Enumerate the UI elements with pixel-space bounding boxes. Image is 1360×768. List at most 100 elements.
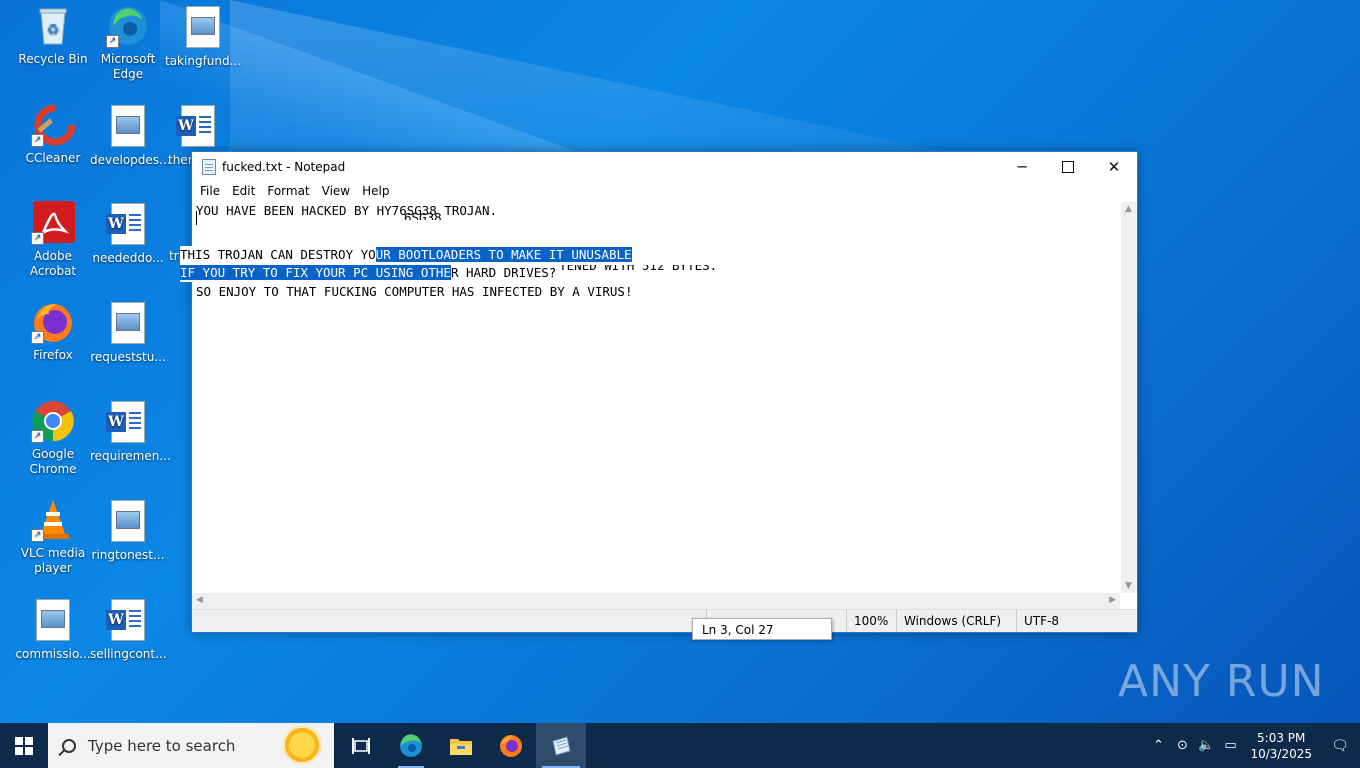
task-view-icon xyxy=(352,737,370,754)
desktop-icon-label: Google Chrome xyxy=(29,447,77,476)
taskbar-file-explorer[interactable] xyxy=(436,723,486,768)
system-tray: ⌃ ⊙ 🔈 ▭ 5:03 PM 10/3/2025 🗨 xyxy=(1146,723,1360,768)
notepad-icon xyxy=(202,158,216,175)
desktop-icon-ccleaner[interactable]: ↗ CCleaner xyxy=(15,103,91,166)
menu-format[interactable]: Format xyxy=(263,184,313,198)
desktop-icon-label: CCleaner xyxy=(25,151,81,165)
start-button[interactable] xyxy=(0,723,48,768)
network-device-icon[interactable]: ⊙ xyxy=(1170,738,1194,753)
notepad-window: fucked.txt - Notepad ─ ✕ File Edit Forma… xyxy=(191,151,1138,633)
desktop-icon-label: neededdo... xyxy=(92,251,164,265)
close-icon: ✕ xyxy=(1107,157,1121,176)
shortcut-arrow-icon: ↗ xyxy=(31,430,44,443)
notepad-titlebar[interactable]: fucked.txt - Notepad ─ ✕ xyxy=(192,152,1137,181)
taskbar-notepad[interactable] xyxy=(536,723,586,768)
word-document-icon: W xyxy=(106,401,150,445)
minimize-button[interactable]: ─ xyxy=(999,152,1045,181)
taskbar-search-box[interactable]: Type here to search xyxy=(48,723,334,768)
notepad-icon xyxy=(552,735,571,756)
desktop-icon-requeststu[interactable]: requeststu... xyxy=(90,300,166,365)
horizontal-scrollbar[interactable]: ◀ ▶ xyxy=(192,593,1120,609)
text-cursor xyxy=(196,211,197,225)
svg-text:♻: ♻ xyxy=(47,22,60,38)
minimize-icon: ─ xyxy=(1017,157,1027,176)
search-icon xyxy=(62,738,76,753)
clock-time: 5:03 PM xyxy=(1257,730,1306,745)
desktop-icon-commissio[interactable]: commissio... xyxy=(15,597,91,662)
desktop-icon-neededdo[interactable]: W neededdo... xyxy=(90,201,166,266)
text-line-6: SO ENJOY TO THAT FUCKING COMPUTER HAS IN… xyxy=(196,284,633,299)
shortcut-arrow-icon: ↗ xyxy=(31,331,44,344)
word-document-icon: W xyxy=(106,203,150,247)
chrome-icon: ↗ xyxy=(31,399,75,443)
anyrun-watermark: ANY RUN xyxy=(1118,656,1325,707)
taskbar-edge[interactable] xyxy=(386,723,436,768)
maximize-button[interactable] xyxy=(1045,152,1091,181)
desktop-icon-label: requiremen... xyxy=(90,449,171,463)
menu-view[interactable]: View xyxy=(318,184,354,198)
position-tooltip: Ln 3, Col 27 xyxy=(692,618,832,640)
chevron-up-icon[interactable]: ⌃ xyxy=(1146,738,1170,753)
text-line-4[interactable]: IF YOU TRY TO FIX YOUR PC USING OTHER HA… xyxy=(180,264,557,282)
ccleaner-icon: ↗ xyxy=(31,103,76,147)
desktop-icon-label: Adobe Acrobat xyxy=(29,249,77,278)
menu-bar: File Edit Format View Help xyxy=(192,181,1137,201)
menu-edit[interactable]: Edit xyxy=(228,184,259,198)
vlc-cone-icon: ↗ xyxy=(31,498,75,542)
windows-logo-icon xyxy=(15,736,33,755)
image-file-icon xyxy=(106,302,150,346)
desktop-icon-firefox[interactable]: ↗ Firefox xyxy=(15,300,91,363)
desktop-icon-requiremen[interactable]: W requiremen... xyxy=(90,399,171,464)
desktop-icon-label: Firefox xyxy=(33,348,73,362)
scroll-up-icon: ▲ xyxy=(1125,204,1132,214)
folder-icon xyxy=(450,738,472,755)
scroll-down-icon: ▼ xyxy=(1125,581,1132,591)
desktop-icon-recycle-bin[interactable]: ♻ Recycle Bin xyxy=(15,4,91,67)
menu-file[interactable]: File xyxy=(196,184,224,198)
image-file-icon xyxy=(106,500,150,544)
scroll-left-icon: ◀ xyxy=(196,595,203,605)
recycle-bin-icon: ♻ xyxy=(31,4,75,48)
status-zoom: 100% xyxy=(846,610,896,632)
network-icon[interactable]: ▭ xyxy=(1218,738,1242,753)
status-encoding: UTF-8 xyxy=(1016,610,1124,632)
text-line-3[interactable]: THIS TROJAN CAN DESTROY YOUR BOOTLOADERS… xyxy=(180,246,632,264)
clock-date: 10/3/2025 xyxy=(1250,746,1312,761)
desktop-icon-label: developdes... xyxy=(90,153,171,167)
edge-icon xyxy=(400,733,422,757)
desktop-icon-ringtonest[interactable]: ringtonest... xyxy=(90,498,166,563)
taskbar-clock[interactable]: 5:03 PM 10/3/2025 xyxy=(1242,730,1320,762)
image-file-icon xyxy=(181,6,225,50)
scroll-right-icon: ▶ xyxy=(1109,595,1116,605)
vertical-scrollbar[interactable]: ▲ ▼ xyxy=(1121,202,1137,593)
desktop-icon-vlc[interactable]: ↗ VLC media player xyxy=(15,498,91,576)
close-button[interactable]: ✕ xyxy=(1091,152,1137,181)
task-view-button[interactable] xyxy=(336,723,386,768)
edge-icon: ↗ xyxy=(106,4,150,48)
text-line-1: YOU HAVE BEEN HACKED BY HY76SG38 TROJAN. xyxy=(196,203,498,218)
shortcut-arrow-icon: ↗ xyxy=(31,529,44,542)
desktop-icon-label: sellingcont... xyxy=(90,647,167,661)
shortcut-arrow-icon: ↗ xyxy=(31,134,44,147)
desktop-icon-label: Microsoft Edge xyxy=(100,52,156,81)
shortcut-arrow-icon: ↗ xyxy=(31,232,44,245)
desktop-icon-adobe-acrobat[interactable]: ↗ Adobe Acrobat xyxy=(15,201,91,279)
search-placeholder: Type here to search xyxy=(88,736,236,755)
image-file-icon xyxy=(106,105,150,149)
status-line-ending: Windows (CRLF) xyxy=(896,610,1016,632)
desktop-icon-google-chrome[interactable]: ↗ Google Chrome xyxy=(15,399,91,477)
taskbar: Type here to search ⌃ ⊙ 🔈 ▭ 5:03 PM 10/3… xyxy=(0,723,1360,768)
desktop-icon-takingfund[interactable]: takingfund... xyxy=(165,4,241,69)
taskbar-firefox[interactable] xyxy=(486,723,536,768)
desktop-icon-microsoft-edge[interactable]: ↗ Microsoft Edge xyxy=(90,4,166,82)
notifications-icon[interactable]: 🗨 xyxy=(1320,738,1360,754)
desktop-icon-developdes[interactable]: developdes... xyxy=(90,103,171,168)
word-document-icon: W xyxy=(176,105,220,149)
desktop-icon-label: takingfund... xyxy=(165,54,242,68)
desktop-icon-sellingcont[interactable]: W sellingcont... xyxy=(90,597,167,662)
volume-icon[interactable]: 🔈 xyxy=(1194,738,1218,753)
acrobat-icon: ↗ xyxy=(31,201,75,245)
menu-help[interactable]: Help xyxy=(358,184,393,198)
maximize-icon xyxy=(1062,160,1074,173)
desktop-icon-label: requeststu... xyxy=(90,350,166,364)
